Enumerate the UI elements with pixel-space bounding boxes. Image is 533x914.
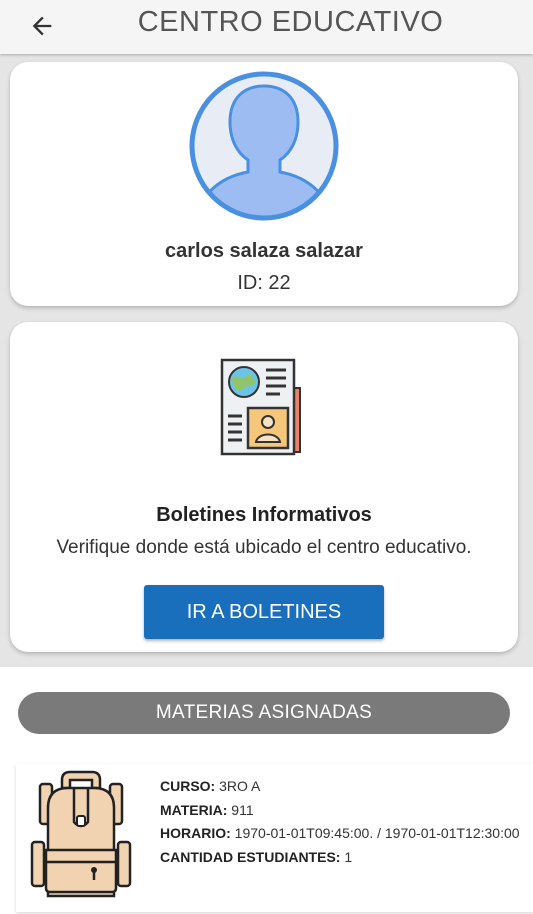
materia-value: 911	[231, 801, 254, 818]
subject-card[interactable]: CURSO: 3RO A MATERIA: 911 HORARIO: 1970-…	[16, 764, 533, 912]
horario-value: 1970-01-01T09:45:00. / 1970-01-01T12:30:…	[234, 825, 520, 841]
subject-info: CURSO: 3RO A MATERIA: 911 HORARIO: 1970-…	[160, 778, 520, 872]
bulletin-card: Boletines Informativos Verifique donde e…	[10, 322, 518, 652]
app-bar: CENTRO EDUCATIVO	[0, 0, 533, 54]
go-to-bulletins-button[interactable]: IR A BOLETINES	[144, 585, 384, 639]
profile-name: carlos salaza salazar	[165, 240, 363, 262]
curso-label: CURSO:	[160, 778, 216, 794]
cantidad-label: CANTIDAD ESTUDIANTES:	[160, 848, 341, 865]
newspaper-icon	[220, 358, 301, 456]
materia-row: MATERIA: 911	[160, 802, 520, 826]
profile-card: carlos salaza salazar ID: 22	[10, 62, 518, 306]
cantidad-value: 1	[344, 848, 353, 865]
page-title: CENTRO EDUCATIVO	[137, 6, 444, 38]
curso-row: CURSO: 3RO A	[160, 778, 520, 802]
user-avatar-icon	[189, 71, 339, 221]
cantidad-row: CANTIDAD ESTUDIANTES: 1	[160, 849, 520, 873]
bulletin-title: Boletines Informativos	[156, 504, 372, 526]
horario-label: HORARIO:	[160, 825, 231, 841]
backpack-icon	[30, 770, 132, 898]
assigned-subjects-header[interactable]: MATERIAS ASIGNADAS	[18, 692, 510, 734]
subjects-section: MATERIAS ASIGNADAS CURSO: 3RO A MATERIA:…	[0, 667, 533, 914]
horario-row: HORARIO: 1970-01-01T09:45:00. / 1970-01-…	[160, 825, 520, 849]
profile-id: ID: 22	[237, 272, 291, 294]
materia-label: MATERIA:	[160, 801, 228, 818]
bulletin-description: Verifique donde está ubicado el centro e…	[56, 537, 472, 558]
curso-value: 3RO A	[219, 778, 261, 794]
